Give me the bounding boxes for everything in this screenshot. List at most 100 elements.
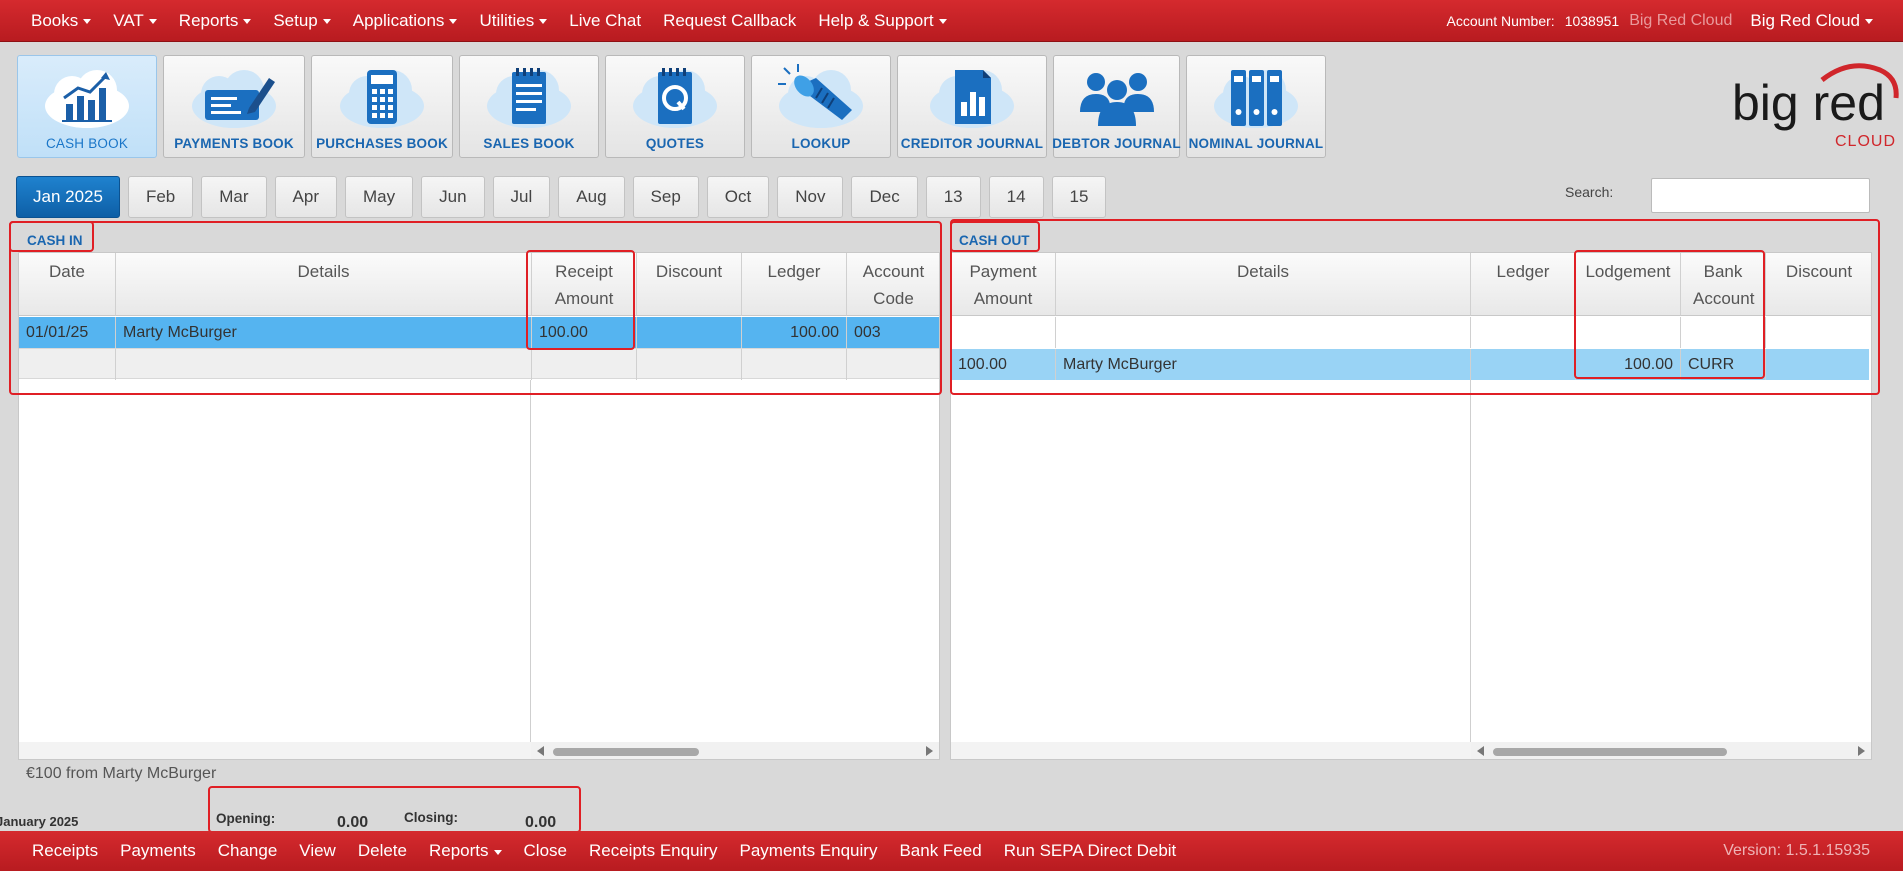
search-input[interactable] — [1651, 178, 1870, 213]
cash-book-button[interactable]: CASH BOOK — [17, 55, 157, 158]
col-header-details[interactable]: Details — [116, 253, 532, 316]
cell-discount — [637, 317, 742, 348]
tab-may[interactable]: May — [345, 176, 414, 218]
tab-13[interactable]: 13 — [925, 176, 981, 218]
lookup-label: LOOKUP — [791, 136, 851, 151]
bar-report-icon — [930, 70, 1014, 128]
horizontal-scrollbar[interactable] — [1471, 742, 1871, 759]
quotes-button[interactable]: QUOTES — [605, 55, 745, 158]
scrollbar-thumb[interactable] — [553, 748, 699, 756]
quotes-label: QUOTES — [645, 136, 705, 151]
account-number-value: 1038951 — [1564, 12, 1620, 29]
lookup-button[interactable]: LOOKUP — [751, 55, 891, 158]
tab-jun[interactable]: Jun — [421, 176, 485, 218]
menu-vat[interactable]: VAT — [102, 11, 168, 31]
menu-help-support[interactable]: Help & Support — [807, 11, 957, 31]
col-header-receipt-amount[interactable]: Receipt Amount — [532, 253, 637, 316]
nominal-journal-button[interactable]: NOMINAL JOURNAL — [1186, 55, 1326, 158]
table-row-empty[interactable] — [951, 317, 1871, 348]
tab-mar[interactable]: Mar — [201, 176, 267, 218]
tab-oct[interactable]: Oct — [706, 176, 770, 218]
scrollbar-thumb[interactable] — [1493, 748, 1727, 756]
notepad-icon — [487, 68, 571, 128]
delete-button[interactable]: Delete — [347, 841, 418, 861]
cell-discount — [1766, 349, 1869, 380]
tab-jul[interactable]: Jul — [492, 176, 551, 218]
cash-in-grid: Date Details Receipt Amount Discount Led… — [18, 252, 940, 760]
menu-reports[interactable]: Reports — [168, 11, 263, 31]
cell-empty — [637, 349, 742, 380]
scrollbar-track-left — [19, 742, 531, 759]
tab-apr[interactable]: Apr — [274, 176, 337, 218]
col-header-payment-amount[interactable]: Payment Amount — [951, 253, 1056, 316]
top-menu: Books VAT Reports Setup Applications Utilitie… — [0, 11, 958, 31]
table-row-empty[interactable] — [19, 348, 939, 380]
cell-empty — [742, 349, 847, 380]
cell-empty — [1056, 317, 1471, 348]
action-label: Change — [217, 841, 278, 860]
purchases-book-label: PURCHASES BOOK — [316, 136, 448, 151]
tab-15[interactable]: 15 — [1051, 176, 1107, 218]
col-header-date[interactable]: Date — [19, 253, 116, 316]
action-label: Receipts — [32, 841, 99, 860]
chevron-down-icon — [83, 19, 92, 24]
debtor-journal-button[interactable]: DEBTOR JOURNAL — [1052, 55, 1181, 158]
menu-applications[interactable]: Applications — [342, 11, 469, 31]
table-row[interactable]: 100.00 Marty McBurger 100.00 CURR — [951, 349, 1869, 380]
tab-feb[interactable]: Feb — [127, 176, 194, 218]
receipts-button[interactable]: Receipts — [21, 841, 109, 861]
menu-request-callback[interactable]: Request Callback — [652, 11, 807, 31]
creditor-journal-label: CREDITOR JOURNAL — [900, 136, 1044, 151]
bottom-action-bar: Receipts Payments Change View Delete Reports C… — [0, 831, 1903, 871]
col-header-bank-account[interactable]: Bank Account — [1681, 253, 1766, 316]
tab-jan-2025[interactable]: Jan 2025 — [16, 176, 120, 218]
payments-enquiry-button[interactable]: Payments Enquiry — [729, 841, 889, 861]
purchases-book-button[interactable]: PURCHASES BOOK — [311, 55, 453, 158]
menu-label: Setup — [273, 10, 318, 30]
view-button[interactable]: View — [288, 841, 347, 861]
scroll-left-icon[interactable] — [537, 746, 544, 756]
run-sepa-direct-debit-button[interactable]: Run SEPA Direct Debit — [993, 841, 1188, 861]
tab-aug[interactable]: Aug — [558, 176, 625, 218]
col-header-ledger[interactable]: Ledger — [1471, 253, 1576, 316]
table-row[interactable]: 01/01/25 Marty McBurger 100.00 100.00 00… — [19, 317, 939, 348]
action-label: Payments — [120, 841, 196, 860]
creditor-journal-button[interactable]: CREDITOR JOURNAL — [897, 55, 1047, 158]
quote-document-icon — [633, 68, 717, 128]
account-info: Account Number: 1038951 Big Red Cloud Bi… — [1447, 11, 1903, 31]
col-header-discount[interactable]: Discount — [637, 253, 742, 316]
horizontal-scrollbar[interactable] — [531, 742, 939, 759]
tab-nov[interactable]: Nov — [777, 176, 844, 218]
col-header-account-code[interactable]: Account Code — [847, 253, 939, 316]
cash-out-label: CASH OUT — [959, 233, 1030, 248]
scroll-right-icon[interactable] — [926, 746, 933, 756]
tab-sep[interactable]: Sep — [632, 176, 699, 218]
tab-14[interactable]: 14 — [988, 176, 1044, 218]
cell-empty — [1681, 317, 1766, 348]
bank-feed-button[interactable]: Bank Feed — [888, 841, 992, 861]
sales-book-button[interactable]: SALES BOOK — [459, 55, 599, 158]
scroll-right-icon[interactable] — [1858, 746, 1865, 756]
payments-book-button[interactable]: PAYMENTS BOOK — [163, 55, 305, 158]
reports-button[interactable]: Reports — [418, 841, 513, 861]
tab-dec[interactable]: Dec — [851, 176, 918, 218]
menu-label: VAT — [113, 10, 144, 30]
month-tabs: Jan 2025 Feb Mar Apr May Jun Jul Aug Sep Oct Nov De… — [16, 176, 1114, 218]
close-button[interactable]: Close — [513, 841, 578, 861]
change-button[interactable]: Change — [207, 841, 289, 861]
action-label: Payments Enquiry — [739, 841, 878, 860]
col-header-discount[interactable]: Discount — [1766, 253, 1871, 316]
menu-utilities[interactable]: Utilities — [468, 11, 558, 31]
scroll-left-icon[interactable] — [1477, 746, 1484, 756]
col-header-details[interactable]: Details — [1056, 253, 1471, 316]
col-header-lodgement[interactable]: Lodgement — [1576, 253, 1681, 316]
chevron-down-icon — [539, 19, 548, 24]
receipts-enquiry-button[interactable]: Receipts Enquiry — [578, 841, 729, 861]
chevron-down-icon — [493, 849, 502, 855]
col-header-ledger[interactable]: Ledger — [742, 253, 847, 316]
menu-live-chat[interactable]: Live Chat — [558, 11, 652, 31]
menu-books[interactable]: Books — [20, 11, 102, 31]
company-dropdown[interactable]: Big Red Cloud — [1750, 11, 1873, 31]
menu-setup[interactable]: Setup — [262, 11, 341, 31]
payments-button[interactable]: Payments — [109, 841, 207, 861]
